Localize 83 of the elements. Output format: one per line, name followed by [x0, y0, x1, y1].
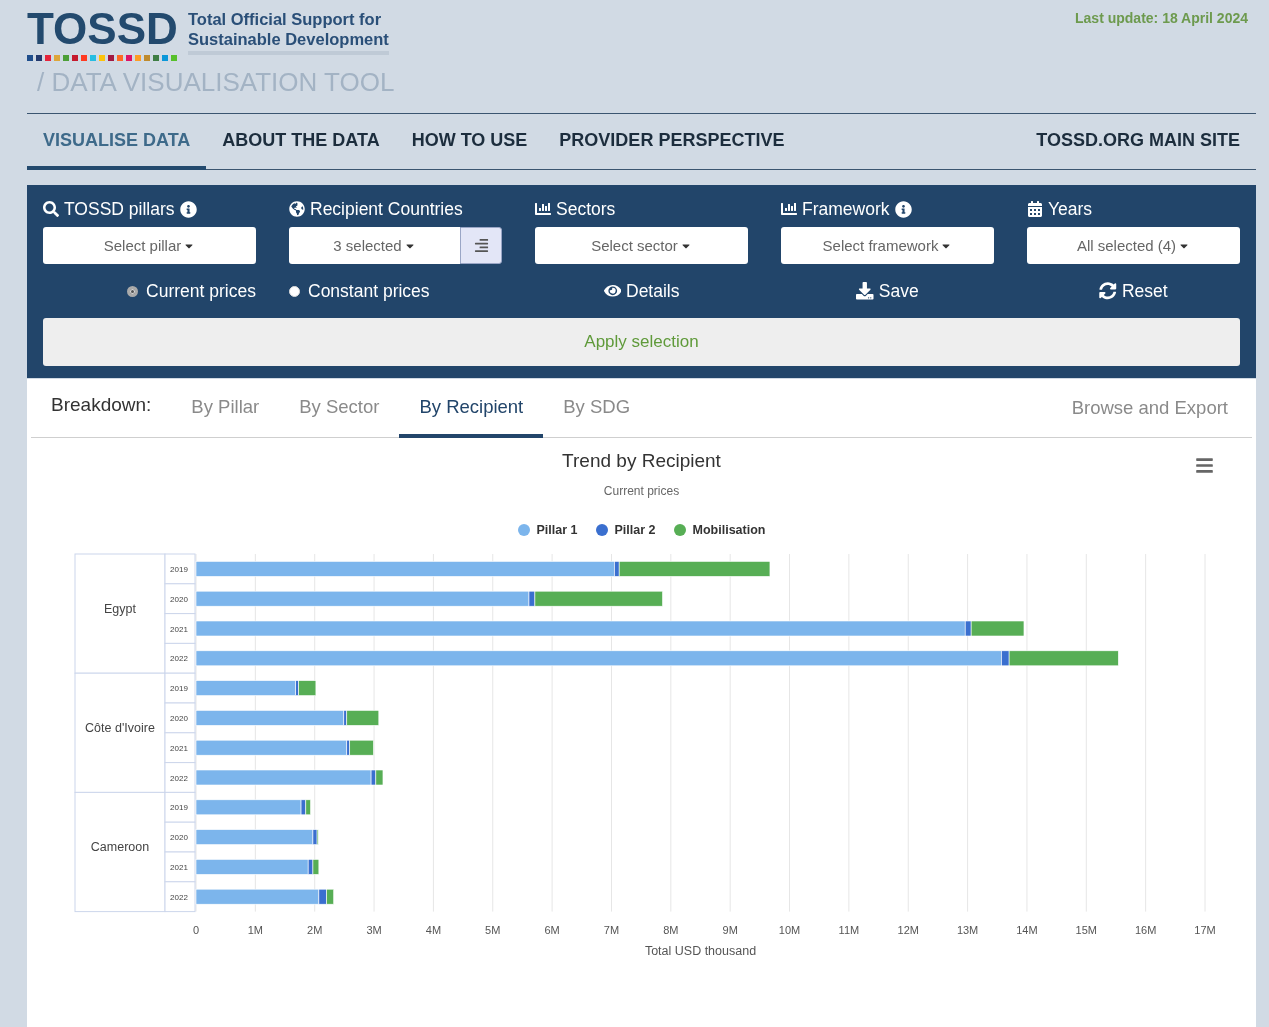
dropdown[interactable]: Select pillar: [43, 227, 256, 264]
year-label: 2019: [170, 684, 188, 694]
dropdown[interactable]: All selected (4): [1027, 227, 1240, 264]
breakdown-tab[interactable]: By Sector: [279, 379, 400, 438]
axis-tick-label: 1M: [247, 923, 263, 936]
globe-icon: [289, 201, 305, 217]
radio-option[interactable]: Current prices: [127, 280, 256, 302]
legend-item[interactable]: Pillar 1: [517, 523, 578, 537]
axis-tick-label: 10M: [778, 923, 801, 936]
axis-tick-label: 2M: [307, 923, 323, 936]
dropdown[interactable]: Select sector: [535, 227, 748, 264]
filter-label: Framework: [802, 198, 890, 220]
action-button[interactable]: Reset: [1093, 279, 1174, 303]
refresh-icon: [1099, 282, 1117, 300]
axis-title: Total USD thousand: [644, 943, 757, 958]
axis-tick-label: 17M: [1194, 923, 1216, 936]
logo[interactable]: TOSSD: [27, 6, 180, 52]
info-icon[interactable]: [894, 200, 912, 218]
sort-icon: [473, 238, 489, 253]
year-label: 2021: [170, 743, 188, 753]
search-icon: [43, 201, 59, 217]
axis-tick-label: 16M: [1134, 923, 1157, 936]
chart-title: Trend by Recipient: [562, 450, 721, 472]
year-label: 2022: [170, 892, 188, 902]
year-label: 2022: [170, 654, 188, 664]
legend-item[interactable]: Pillar 2: [595, 523, 656, 537]
year-label: 2021: [170, 624, 188, 634]
nav-item[interactable]: HOW TO USE: [395, 114, 544, 170]
breakdown-tab[interactable]: By SDG: [543, 379, 651, 438]
filter-label: Recipient Countries: [310, 198, 463, 220]
filter-label: TOSSD pillars: [64, 198, 175, 220]
nav-item[interactable]: VISUALISE DATA: [27, 114, 207, 170]
calendar-icon: [1027, 201, 1043, 217]
axis-tick-label: 7M: [603, 923, 620, 936]
bar: [375, 769, 384, 786]
axis-tick-label: 0: [192, 923, 200, 936]
menu-icon[interactable]: [1195, 456, 1214, 475]
recipient-label: Côte d'Ivoire: [85, 720, 155, 735]
action-button[interactable]: Save: [850, 279, 925, 303]
year-label: 2019: [170, 564, 188, 574]
eye-icon: [603, 282, 621, 300]
filter-label: Years: [1048, 198, 1093, 220]
axis-tick-label: 4M: [425, 923, 442, 936]
year-label: 2021: [170, 862, 188, 872]
breakdown-label: Breakdown:: [50, 394, 153, 416]
axis-tick-label: 13M: [956, 923, 979, 936]
dropdown[interactable]: 3 selected: [289, 227, 460, 264]
year-label: 2020: [170, 833, 188, 843]
download-icon: [856, 282, 874, 300]
action-button[interactable]: Details: [597, 279, 686, 303]
export-link[interactable]: Browse and Export: [1071, 379, 1252, 437]
axis-tick-label: 12M: [897, 923, 919, 936]
recipient-label: Cameroon: [90, 840, 150, 854]
year-label: 2019: [170, 803, 188, 813]
axis-tick-label: 9M: [722, 923, 738, 936]
last-update: Last update: 18 April 2024: [1075, 9, 1249, 28]
radio-option[interactable]: Constant prices: [289, 280, 430, 302]
bar-chart-icon: [781, 201, 797, 217]
logo-tagline: Total Official Support for Sustainable Development: [188, 6, 389, 55]
chart-subtitle: Current prices: [603, 484, 680, 498]
axis-tick-label: 8M: [663, 923, 679, 936]
breakdown-tab[interactable]: By Recipient: [399, 379, 544, 438]
nav-item[interactable]: ABOUT THE DATA: [206, 114, 396, 170]
axis-tick-label: 14M: [1016, 923, 1038, 936]
axis-tick-label: 3M: [366, 923, 382, 936]
filter-label: Sectors: [556, 198, 616, 220]
year-label: 2020: [170, 594, 188, 604]
nav-item[interactable]: TOSSD.ORG MAIN SITE: [1020, 114, 1256, 170]
axis-tick-label: 5M: [485, 923, 501, 936]
axis-tick-label: 6M: [544, 923, 560, 936]
year-label: 2022: [170, 773, 188, 783]
sort-button[interactable]: [460, 227, 502, 264]
radio-icon[interactable]: [127, 285, 139, 297]
axis-tick-label: 15M: [1075, 923, 1097, 936]
nav-item[interactable]: PROVIDER PERSPECTIVE: [543, 114, 801, 170]
info-icon[interactable]: [179, 200, 197, 218]
dropdown[interactable]: Select framework: [781, 227, 994, 264]
bar-chart-icon: [535, 201, 551, 217]
color-squares-icon: [27, 55, 180, 61]
axis-tick-label: 11M: [838, 923, 860, 936]
recipient-label: Egypt: [104, 601, 136, 616]
legend-item[interactable]: Mobilisation: [673, 523, 766, 537]
year-label: 2020: [170, 713, 188, 723]
